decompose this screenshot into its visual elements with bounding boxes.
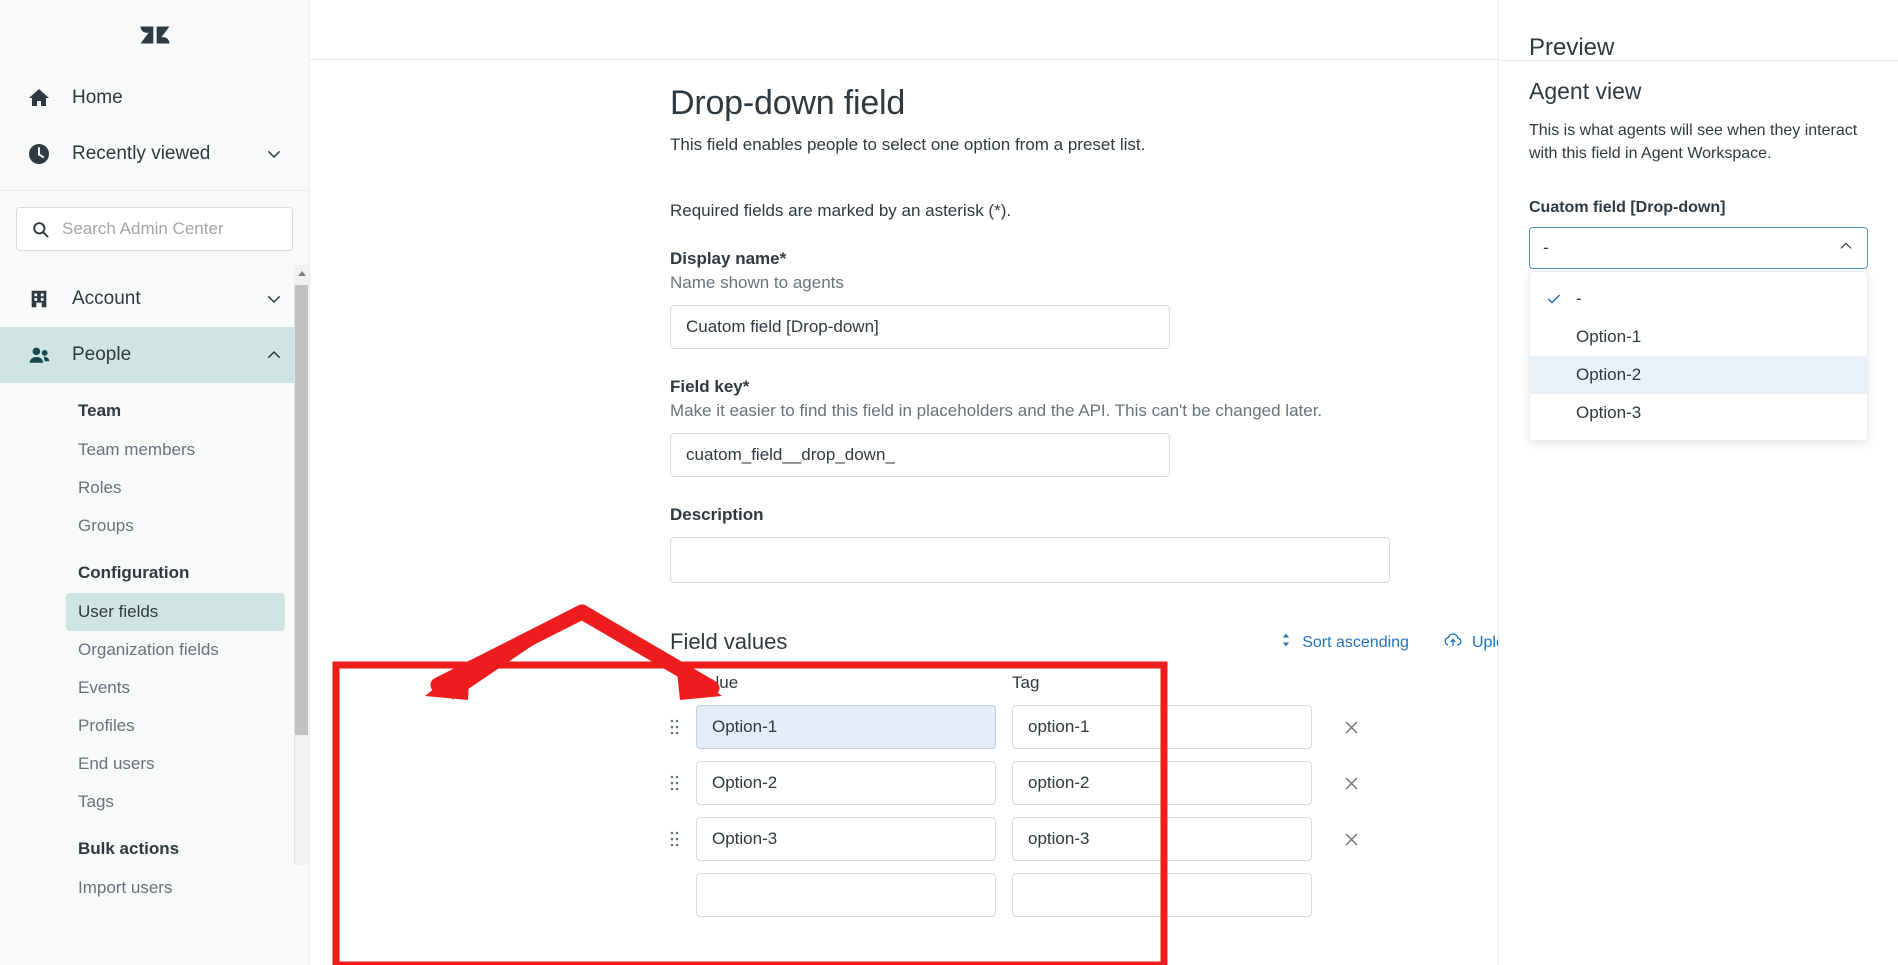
dropdown-option-label: - — [1576, 289, 1582, 309]
tag-input[interactable]: option-3 — [1012, 817, 1312, 861]
sidebar-item-home[interactable]: Home — [0, 70, 309, 126]
sidebar-item-organization-fields[interactable]: Organization fields — [66, 631, 285, 669]
table-row: Option-3 option-3 — [670, 817, 1460, 861]
chevron-down-icon — [265, 290, 283, 308]
table-row — [670, 873, 1460, 917]
sidebar-scrollbar-thumb[interactable] — [295, 285, 308, 735]
subnav-group-title-configuration: Configuration — [78, 563, 190, 582]
preview-dropdown-menu: - Option-1 Option-2 Option-3 — [1529, 271, 1868, 442]
sidebar-item-groups[interactable]: Groups — [66, 507, 285, 545]
sidebar-top-nav: Home Recently viewed — [0, 70, 309, 191]
sidebar-item-profiles[interactable]: Profiles — [66, 707, 285, 745]
sidebar-item-people-label: People — [72, 344, 132, 365]
preview-dropdown-trigger[interactable]: - — [1529, 227, 1868, 270]
preview-divider — [1499, 60, 1898, 61]
display-name-input[interactable]: Cuatom field [Drop-down] — [670, 305, 1170, 349]
sidebar-item-tags[interactable]: Tags — [66, 783, 285, 821]
chevron-up-icon — [1838, 238, 1854, 259]
home-icon — [26, 85, 52, 111]
clock-icon — [26, 141, 52, 167]
dropdown-option-label: Option-1 — [1576, 327, 1642, 347]
field-values-title: Field values — [670, 629, 788, 654]
building-icon — [26, 286, 52, 312]
main-content-area: Drop-down field This field enables peopl… — [310, 0, 1898, 965]
subnav-group-title-bulk-actions: Bulk actions — [78, 839, 180, 858]
sidebar-search-wrapper: Search Admin Center — [0, 191, 309, 271]
left-sidebar: Home Recently viewed Search Admin Center — [0, 0, 310, 965]
drag-handle-icon[interactable] — [670, 830, 696, 848]
sidebar-item-user-fields[interactable]: User fields — [66, 593, 285, 631]
sidebar-item-end-users[interactable]: End users — [66, 745, 285, 783]
close-x-icon[interactable] — [1336, 775, 1366, 792]
preview-dropdown-value: - — [1543, 238, 1549, 258]
field-key-input[interactable]: cuatom_field__drop_down_ — [670, 433, 1170, 477]
sidebar-item-import-users[interactable]: Import users — [66, 869, 285, 907]
value-input[interactable]: Option-3 — [696, 817, 996, 861]
sidebar-item-roles[interactable]: Roles — [66, 469, 285, 507]
agent-view-heading: Agent view — [1529, 78, 1642, 104]
agent-view-description: This is what agents will see when they i… — [1529, 122, 1858, 163]
sidebar-item-recently-viewed[interactable]: Recently viewed — [0, 126, 309, 182]
drag-handle-icon[interactable] — [670, 774, 696, 792]
field-values-header: Field values Sort ascending Upload CSV — [670, 629, 1560, 655]
cloud-upload-icon — [1443, 632, 1463, 653]
description-input[interactable] — [670, 537, 1390, 583]
preview-body: Agent view This is what agents will see … — [1529, 0, 1868, 442]
search-input-placeholder: Search Admin Center — [62, 219, 224, 238]
sidebar-item-events[interactable]: Events — [66, 669, 285, 707]
dropdown-option-1[interactable]: Option-1 — [1530, 318, 1867, 356]
sort-ascending-icon — [1279, 632, 1293, 653]
dropdown-option-3[interactable]: Option-3 — [1530, 394, 1867, 432]
scroll-up-arrow-icon[interactable] — [294, 265, 309, 283]
sidebar-item-account-label: Account — [72, 288, 141, 309]
field-values-table: Value Tag Option-1 option-1 Option-2 opt… — [670, 673, 1460, 917]
sidebar-item-home-label: Home — [72, 87, 123, 108]
preview-title: Preview — [1529, 34, 1615, 61]
tag-input[interactable]: option-2 — [1012, 761, 1312, 805]
sort-ascending-label: Sort ascending — [1302, 633, 1409, 651]
preview-panel: Preview Agent view This is what agents w… — [1498, 0, 1898, 965]
dropdown-option-dash[interactable]: - — [1530, 280, 1867, 318]
field-values-column-headers: Value Tag — [670, 673, 1460, 693]
table-row: Option-1 option-1 — [670, 705, 1460, 749]
chevron-up-icon — [265, 346, 283, 364]
sidebar-subnav: Team Team members Roles Groups Configura… — [0, 383, 309, 907]
check-icon — [1546, 291, 1562, 307]
subnav-group-title-team: Team — [78, 401, 122, 420]
drag-handle-icon[interactable] — [670, 718, 696, 736]
search-input[interactable]: Search Admin Center — [16, 207, 293, 251]
zendesk-logo[interactable] — [0, 0, 309, 70]
sidebar-item-account[interactable]: Account — [0, 271, 309, 327]
dropdown-option-label: Option-2 — [1576, 365, 1642, 385]
admin-center-app: Home Recently viewed Search Admin Center — [0, 0, 1898, 965]
table-row: Option-2 option-2 — [670, 761, 1460, 805]
dropdown-option-label: Option-3 — [1576, 403, 1642, 423]
sidebar-item-people[interactable]: People — [0, 327, 309, 383]
preview-field-label: Cuatom field [Drop-down] — [1529, 199, 1726, 217]
chevron-down-icon — [265, 145, 283, 163]
sidebar-item-recently-viewed-label: Recently viewed — [72, 143, 211, 164]
value-input[interactable] — [696, 873, 996, 917]
column-header-value: Value — [696, 673, 739, 692]
tag-input[interactable] — [1012, 873, 1312, 917]
close-x-icon[interactable] — [1336, 719, 1366, 736]
value-input[interactable]: Option-2 — [696, 761, 996, 805]
sidebar-item-team-members[interactable]: Team members — [66, 431, 285, 469]
value-input[interactable]: Option-1 — [696, 705, 996, 749]
dropdown-option-2[interactable]: Option-2 — [1530, 356, 1867, 395]
sort-ascending-button[interactable]: Sort ascending — [1279, 632, 1409, 653]
tag-input[interactable]: option-1 — [1012, 705, 1312, 749]
close-x-icon[interactable] — [1336, 831, 1366, 848]
people-icon — [26, 342, 52, 368]
search-icon — [31, 220, 50, 239]
zendesk-logo-icon — [140, 26, 169, 44]
column-header-tag: Tag — [1012, 673, 1040, 692]
